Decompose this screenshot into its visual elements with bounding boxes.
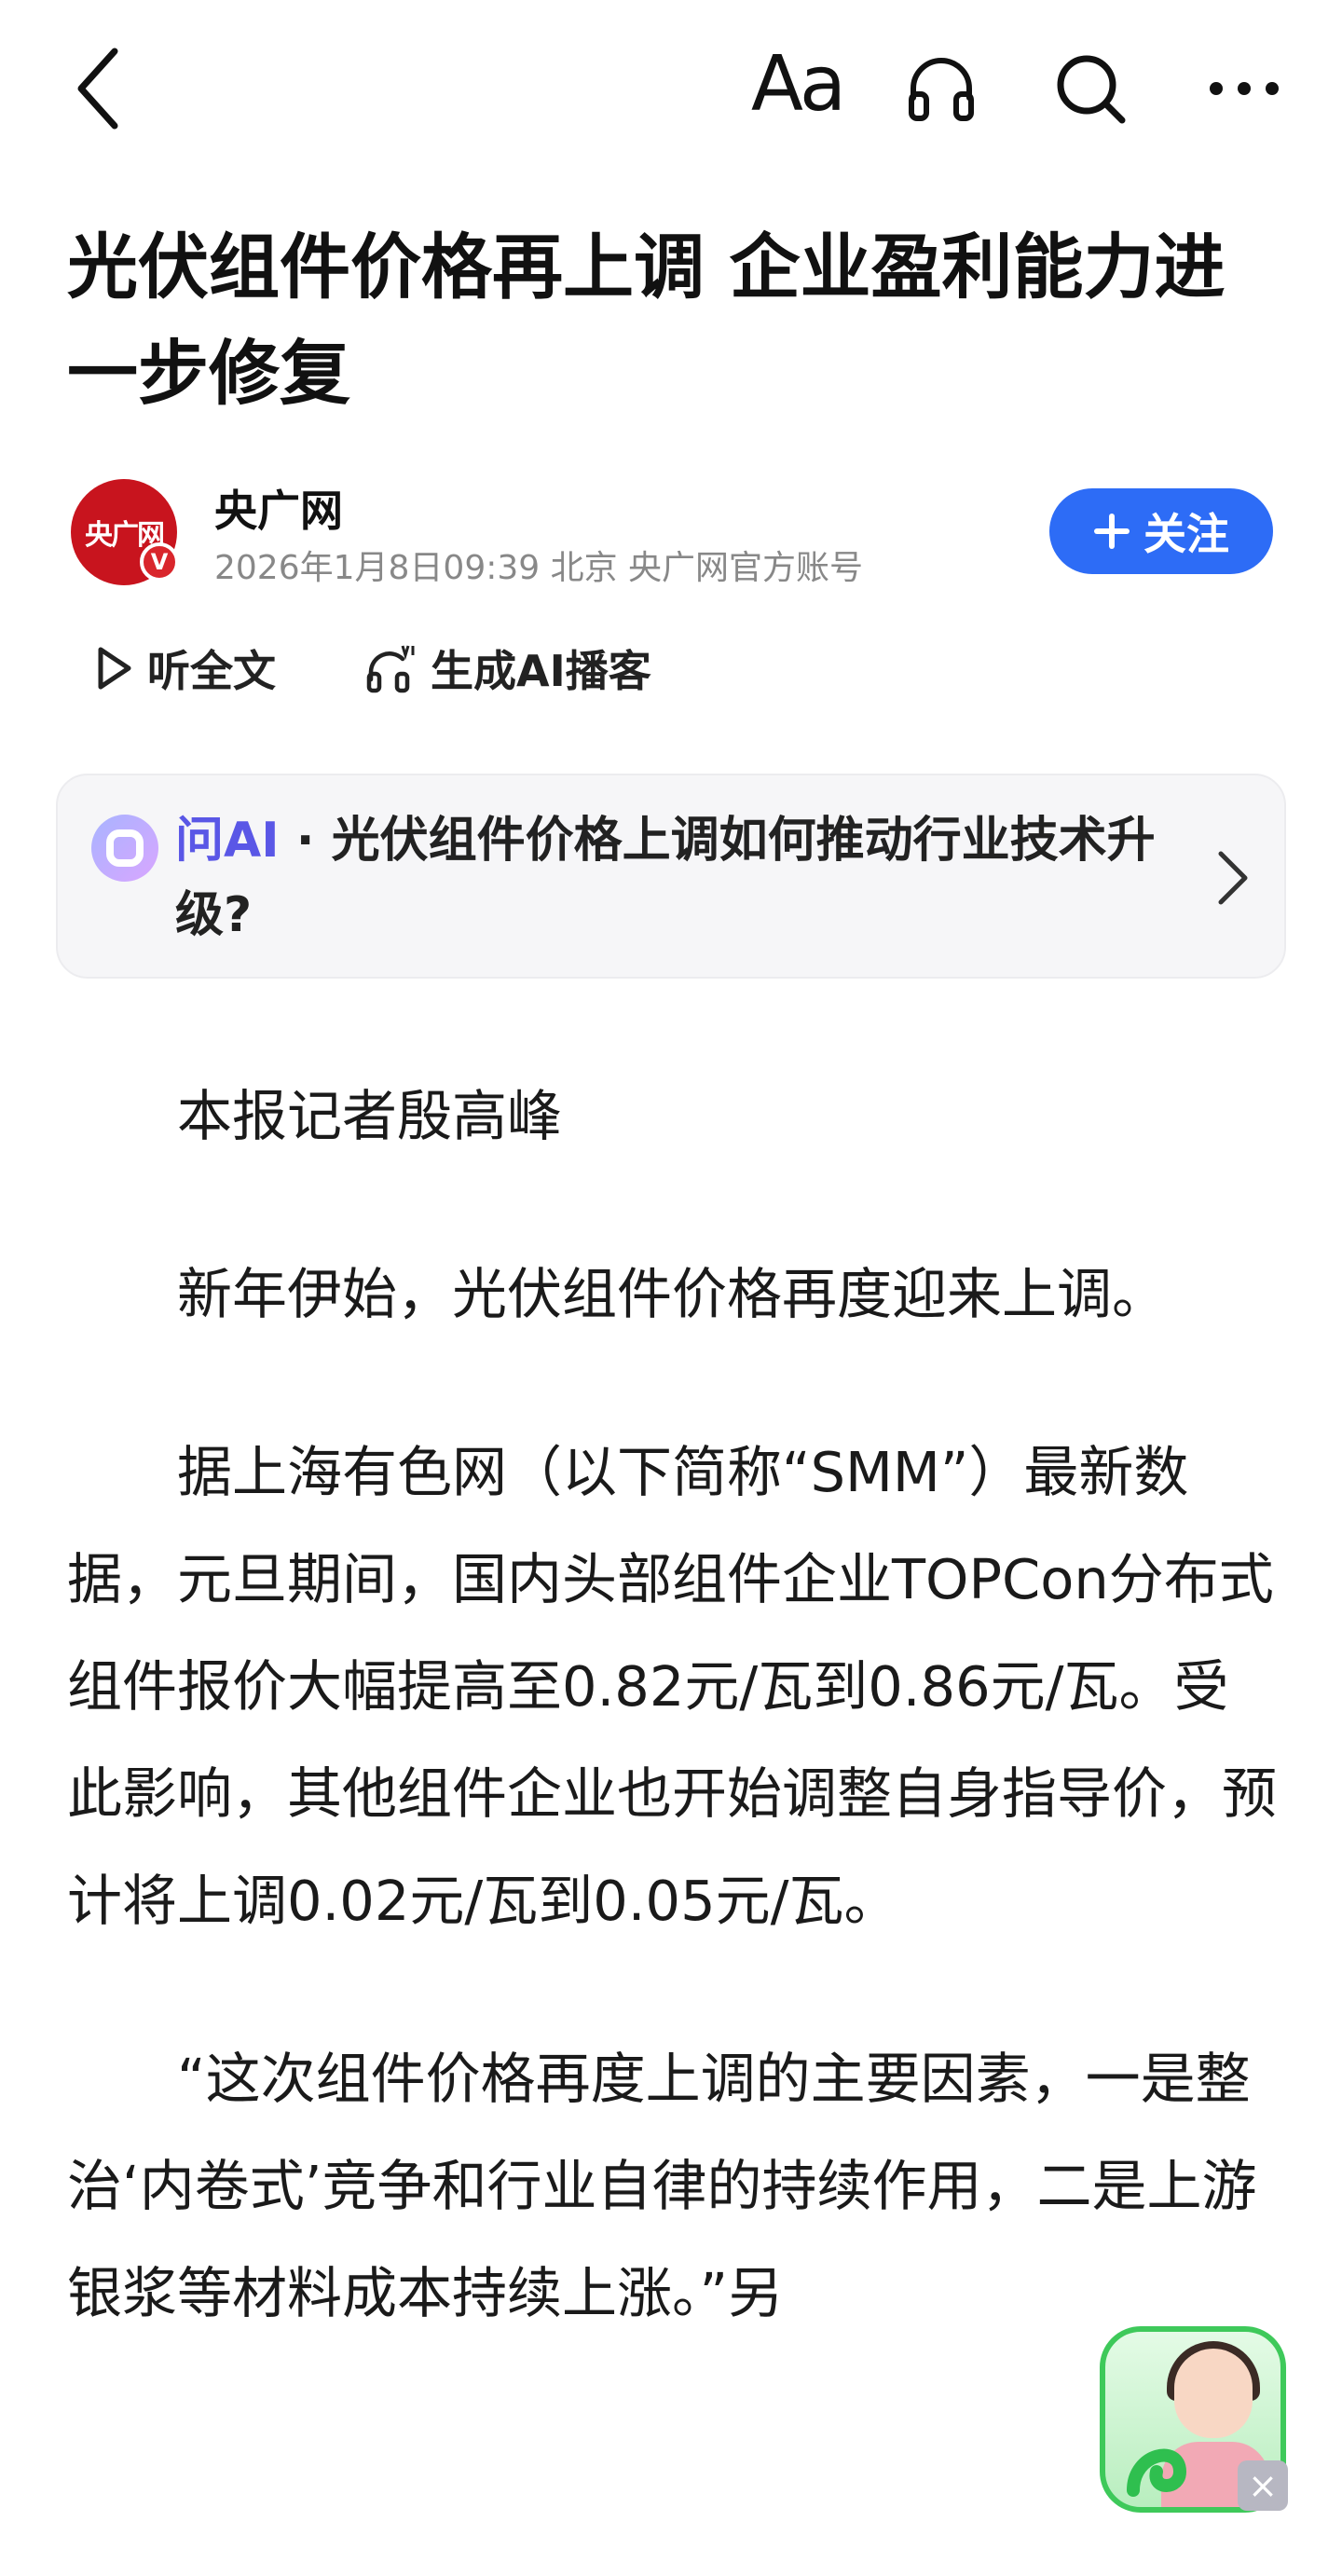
font-size-button[interactable]: Aa	[746, 37, 848, 130]
article-body: 本报记者殷高峰 新年伊始，光伏组件价格再度迎来上调。 据上海有色网（以下简称“S…	[67, 1062, 1279, 2418]
search-button[interactable]	[1044, 42, 1137, 135]
article-paragraph: 新年伊始，光伏组件价格再度迎来上调。	[177, 1262, 1168, 1326]
author-name[interactable]: 央广网	[214, 477, 343, 539]
ask-ai-separator: ·	[279, 813, 332, 869]
listen-full-label: 听全文	[147, 646, 276, 696]
more-button[interactable]	[1193, 42, 1295, 135]
article-paragraph: 本报记者殷高峰	[177, 1084, 563, 1148]
back-button[interactable]	[56, 37, 140, 140]
publish-meta: 2026年1月8日09:39 北京 央广网官方账号	[214, 549, 864, 587]
follow-button[interactable]: 关注	[1049, 488, 1273, 574]
ai-podcast-button[interactable]: 生成AI播客	[365, 637, 651, 699]
swirl-logo-icon	[1127, 2448, 1187, 2497]
ask-ai-brand: 问AI	[175, 813, 280, 869]
chevron-right-icon	[1218, 851, 1248, 905]
more-icon	[1210, 82, 1279, 95]
chevron-left-icon	[77, 48, 118, 130]
article-title: 光伏组件价格再上调 企业盈利能力进一步修复	[67, 226, 1226, 415]
ai-podcast-label: 生成AI播客	[431, 646, 651, 696]
audio-actions: 听全文 生成AI播客	[93, 626, 651, 710]
verified-badge: V	[140, 542, 179, 582]
plus-icon	[1094, 514, 1130, 549]
play-icon	[98, 647, 131, 690]
follow-label: 关注	[1143, 509, 1229, 559]
search-icon	[1057, 55, 1126, 124]
article-paragraph: “这次组件价格再度上调的主要因素，一是整治‘内卷式’竞争和行业自律的持续作用，二…	[67, 2047, 1257, 2325]
top-toolbar: Aa	[0, 0, 1342, 177]
ask-ai-logo-icon	[91, 815, 158, 882]
author-row: 央广网 V 央广网 2026年1月8日09:39 北京 央广网官方账号 关注	[67, 477, 1279, 589]
listen-button[interactable]	[895, 42, 988, 135]
widget-close-button[interactable]: ×	[1238, 2460, 1288, 2511]
headphones-icon	[909, 58, 974, 121]
ask-ai-card[interactable]: 问AI · 光伏组件价格上调如何推动行业技术升级?	[56, 774, 1286, 979]
article-paragraph: 据上海有色网（以下简称“SMM”）最新数据，元旦期间，国内头部组件企业TOPCo…	[67, 1440, 1278, 1933]
close-icon: ×	[1248, 2465, 1278, 2506]
listen-full-button[interactable]: 听全文	[93, 637, 276, 699]
font-size-label: Aa	[750, 39, 846, 129]
ai-headphones-icon	[366, 645, 415, 693]
ask-ai-text: 问AI · 光伏组件价格上调如何推动行业技术升级?	[175, 803, 1163, 952]
